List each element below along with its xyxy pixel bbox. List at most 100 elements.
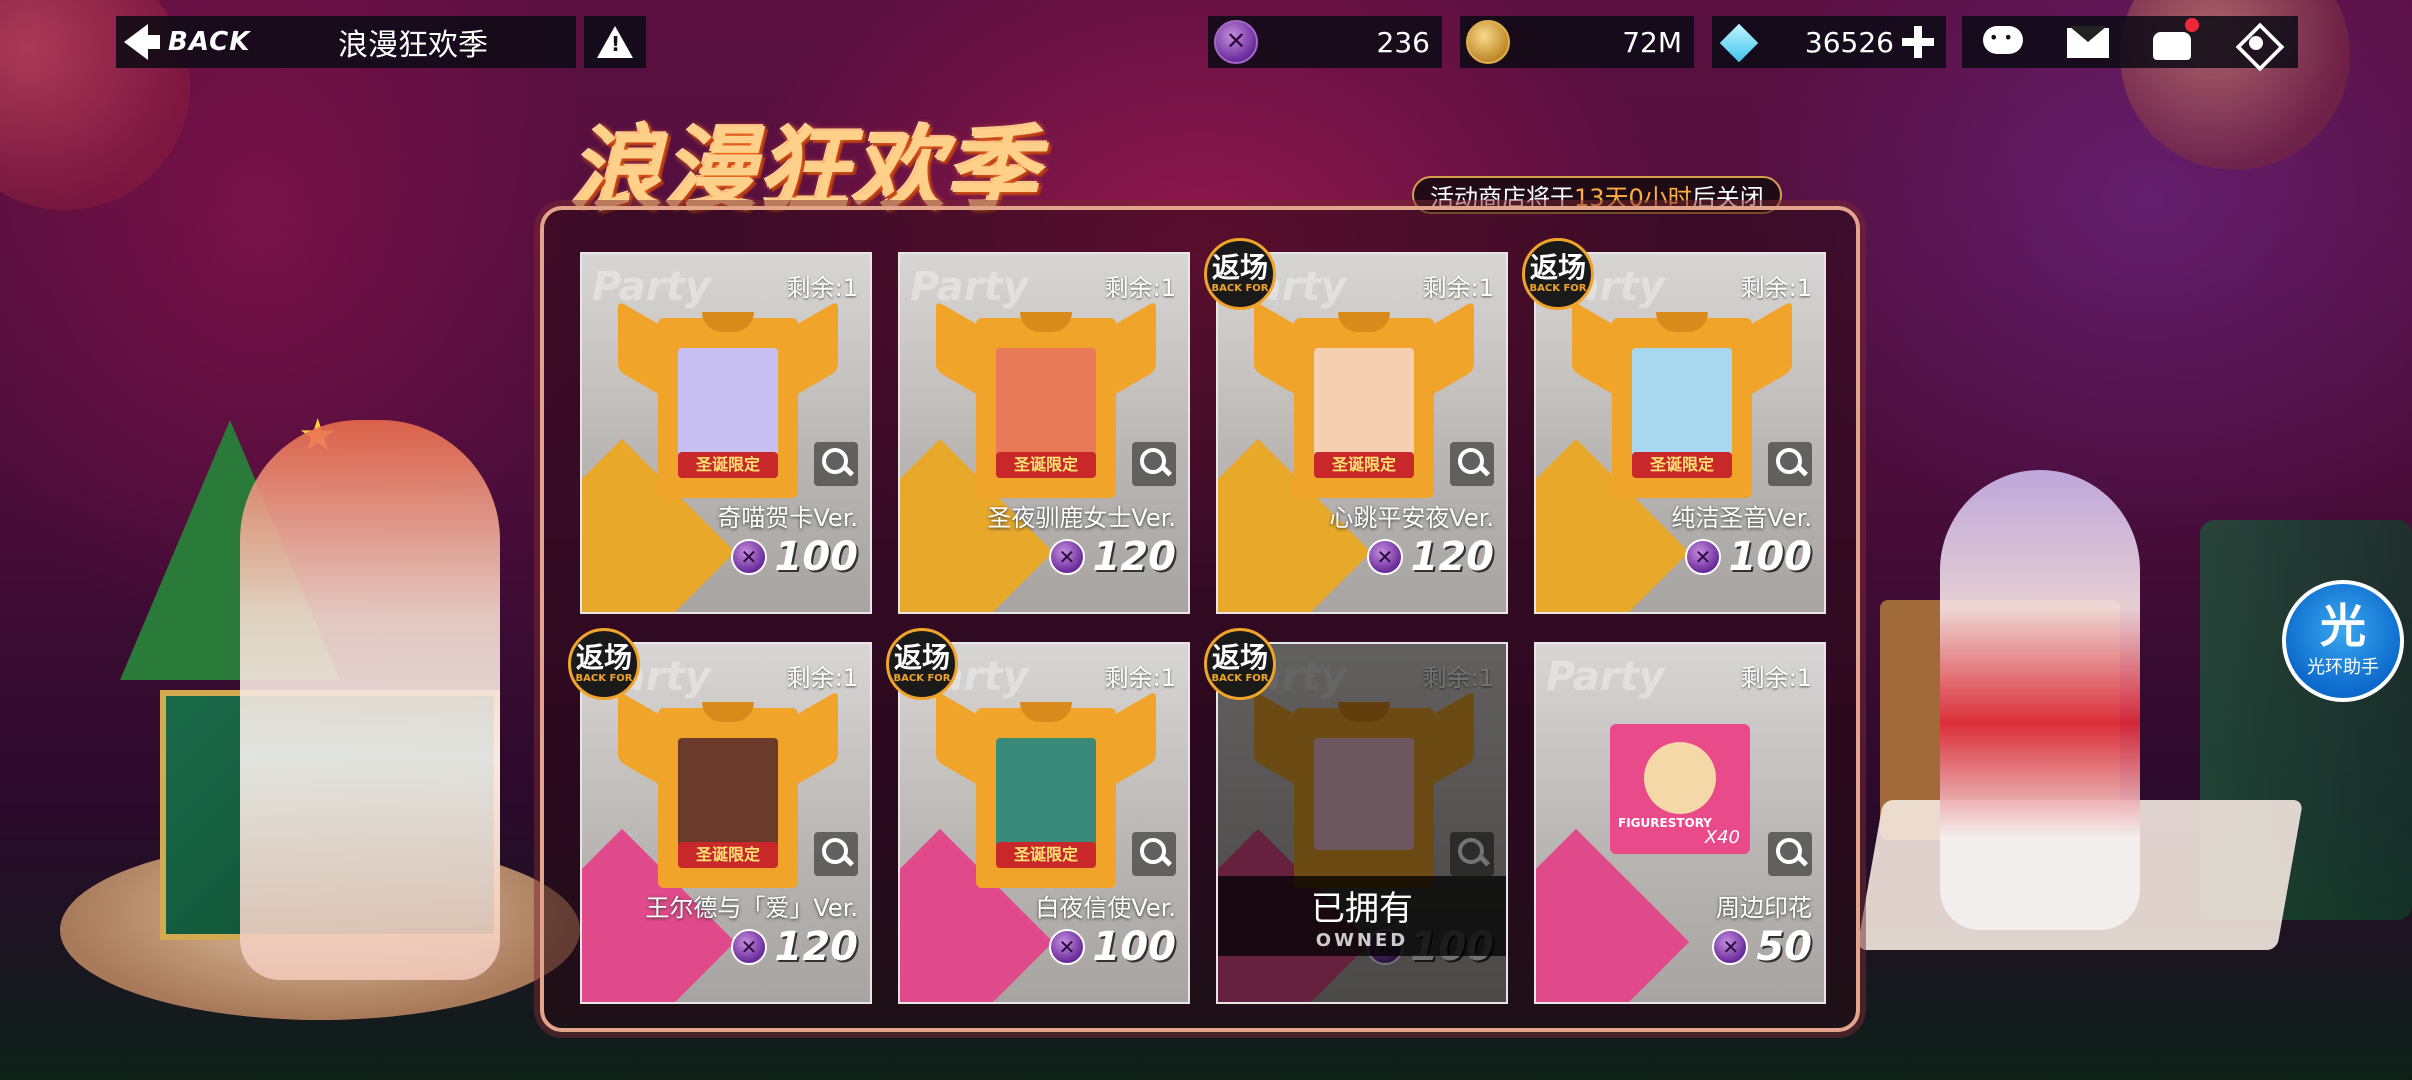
- item-name: 圣夜驯鹿女士Ver.: [987, 504, 1176, 532]
- return-badge-main: 返场: [575, 641, 632, 674]
- shop-item-card[interactable]: Party剩余:1100已拥有OWNED: [1216, 642, 1508, 1004]
- back-label: BACK: [168, 27, 251, 57]
- tshirt-icon: 圣诞限定: [1254, 298, 1474, 498]
- magnify-icon[interactable]: [1132, 442, 1176, 486]
- purple-token-icon: [1048, 929, 1085, 965]
- return-badge-main: 返场: [1529, 251, 1586, 284]
- diamond-icon: [1718, 20, 1762, 64]
- christmas-limited-tag: 圣诞限定: [996, 452, 1096, 478]
- assistant-icon: 光: [2320, 599, 2366, 653]
- tshirt-icon: 圣诞限定: [1572, 298, 1792, 498]
- purple-token-icon: [1684, 539, 1721, 575]
- shop-item-card[interactable]: Party剩余:1圣诞限定圣夜驯鹿女士Ver.120: [898, 252, 1190, 614]
- return-badge-sub: BACK FOR: [1211, 673, 1269, 684]
- shop-item-card[interactable]: Party 剩余:1 FIGURESTORYX40 周边印花50: [1534, 642, 1826, 1004]
- return-badge-sub: BACK FOR: [1529, 283, 1587, 294]
- return-badge-sub: BACK FOR: [893, 673, 951, 684]
- icon-tray: [1962, 16, 2298, 68]
- magnify-icon[interactable]: [814, 832, 858, 876]
- home-icon[interactable]: [2233, 22, 2279, 62]
- shop-item-card[interactable]: Party剩余:1圣诞限定纯洁圣音Ver.100: [1534, 252, 1826, 614]
- figure-count: X40: [1704, 827, 1740, 848]
- item-name: 周边印花: [1716, 894, 1812, 922]
- return-badge-sub: BACK FOR: [575, 673, 633, 684]
- left-character-scene: ★: [60, 410, 580, 1020]
- gift-icon[interactable]: [2149, 18, 2199, 62]
- return-badge-icon: 返场 BACK FOR: [886, 628, 958, 700]
- return-badge-main: 返场: [1211, 251, 1268, 284]
- party-watermark: Party: [1546, 654, 1665, 700]
- christmas-limited-tag: 圣诞限定: [996, 842, 1096, 868]
- owned-label: 已拥有 OWNED: [1218, 876, 1506, 956]
- shop-item-card[interactable]: Party剩余:1圣诞限定奇喵贺卡Ver.100: [580, 252, 872, 614]
- owned-text: 已拥有: [1311, 889, 1413, 929]
- christmas-limited-tag: 圣诞限定: [1314, 452, 1414, 478]
- return-badge-icon: 返场 BACK FOR: [1522, 238, 1594, 310]
- item-price: 100: [1684, 534, 1812, 580]
- purple-token-icon: [1712, 929, 1749, 965]
- magnify-icon[interactable]: [1450, 442, 1494, 486]
- price-value: 120: [1092, 534, 1177, 580]
- magnify-icon[interactable]: [814, 442, 858, 486]
- character-portrait: [996, 348, 1096, 460]
- assistant-button[interactable]: 光 光环助手: [2282, 580, 2404, 702]
- character-portrait: [1632, 348, 1732, 460]
- figure-print-icon: FIGURESTORY X40: [1610, 724, 1750, 854]
- token-currency: 236: [1208, 16, 1442, 68]
- item-name: 白夜信使Ver.: [1035, 894, 1176, 922]
- item-price: 100: [1048, 924, 1177, 970]
- chibi-face: [1644, 742, 1716, 814]
- christmas-limited-tag: 圣诞限定: [678, 452, 778, 478]
- character-portrait: [996, 738, 1096, 850]
- tshirt-icon: 圣诞限定: [936, 298, 1156, 498]
- return-badge-icon: 返场 BACK FOR: [1204, 238, 1276, 310]
- assistant-label: 光环助手: [2307, 657, 2379, 678]
- purple-token-icon: [1048, 539, 1085, 575]
- top-bar: BACK 浪漫狂欢季 236 72M 36526: [0, 0, 2412, 80]
- shop-item-card[interactable]: Party剩余:1圣诞限定白夜信使Ver.100: [898, 642, 1190, 1004]
- notification-dot: [2185, 18, 2199, 32]
- add-diamond-plus-icon[interactable]: [1902, 26, 1934, 58]
- item-name: 纯洁圣音Ver.: [1671, 504, 1812, 532]
- item-name: 心跳平安夜Ver.: [1329, 504, 1494, 532]
- mail-icon[interactable]: [2065, 22, 2111, 62]
- character-left: [240, 420, 500, 980]
- purple-token-icon: [730, 929, 767, 965]
- warning-triangle-icon: [597, 26, 633, 58]
- item-price: 120: [1048, 534, 1177, 580]
- item-price: 50: [1712, 924, 1812, 970]
- return-badge-sub: BACK FOR: [1211, 283, 1269, 294]
- return-badge-icon: 返场 BACK FOR: [568, 628, 640, 700]
- page-title: 浪漫狂欢季: [338, 28, 488, 63]
- price-value: 100: [774, 534, 859, 580]
- token-value: 236: [1376, 25, 1430, 59]
- magnify-icon[interactable]: [1768, 832, 1812, 876]
- shop-item-card[interactable]: Party剩余:1圣诞限定心跳平安夜Ver.120: [1216, 252, 1508, 614]
- character-portrait: [1314, 348, 1414, 460]
- christmas-limited-tag: 圣诞限定: [678, 842, 778, 868]
- magnify-icon[interactable]: [1768, 442, 1812, 486]
- corner-stripe: [1536, 828, 1690, 1002]
- item-price: 120: [730, 924, 858, 970]
- purple-token-icon: [1214, 20, 1258, 64]
- return-badge-main: 返场: [1211, 641, 1268, 674]
- remaining-count: 剩余:1: [1740, 664, 1812, 692]
- chat-icon[interactable]: [1981, 22, 2027, 66]
- price-value: 100: [1092, 924, 1177, 970]
- gold-value: 72M: [1622, 25, 1682, 59]
- return-badge-main: 返场: [893, 641, 950, 674]
- owned-text-en: OWNED: [1315, 930, 1409, 951]
- tshirt-icon: 圣诞限定: [618, 298, 838, 498]
- right-character-scene: [1856, 470, 2304, 990]
- item-price: 120: [1366, 534, 1495, 580]
- tshirt-icon: 圣诞限定: [936, 688, 1156, 888]
- magnify-icon[interactable]: [1132, 832, 1176, 876]
- shop-panel: Party剩余:1圣诞限定奇喵贺卡Ver.100Party剩余:1圣诞限定圣夜驯…: [540, 206, 1860, 1032]
- shop-item-card[interactable]: Party剩余:1圣诞限定王尔德与「爱」Ver.120: [580, 642, 872, 1004]
- info-button[interactable]: [584, 16, 646, 68]
- price-value: 120: [1410, 534, 1495, 580]
- tshirt-icon: 圣诞限定: [618, 688, 838, 888]
- price-value: 50: [1756, 924, 1812, 970]
- back-button[interactable]: BACK 浪漫狂欢季: [116, 16, 576, 68]
- character-portrait: [678, 738, 778, 850]
